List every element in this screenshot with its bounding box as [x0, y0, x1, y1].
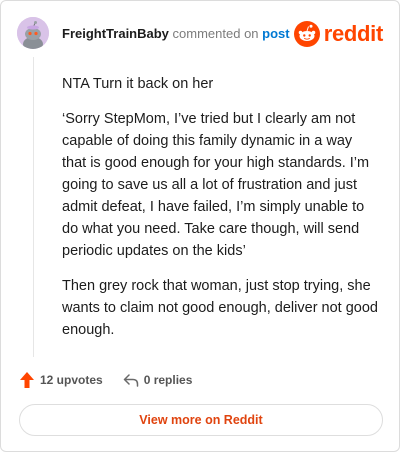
reddit-logo-icon: [293, 21, 320, 47]
comment-paragraph: Then grey rock that woman, just stop try…: [62, 278, 378, 338]
username-link[interactable]: FreightTrainBaby: [62, 26, 169, 41]
upvote-count: 12 upvotes: [40, 373, 103, 387]
reddit-logo[interactable]: reddit: [293, 20, 384, 48]
view-more-button[interactable]: View more on Reddit: [19, 404, 383, 436]
reddit-wordmark: reddit: [323, 21, 384, 46]
reply-count: 0 replies: [143, 373, 193, 387]
commented-on-text: commented on: [172, 26, 259, 41]
reply-icon: [123, 374, 138, 387]
avatar[interactable]: [17, 17, 49, 49]
upvote-button[interactable]: 12 upvotes: [19, 371, 103, 389]
comment-paragraph: NTA Turn it back on her: [62, 76, 214, 92]
comment-card: FreightTrainBaby commented on post reddi…: [0, 0, 400, 452]
post-link[interactable]: post: [262, 26, 289, 41]
comment-body: NTA Turn it back on her ‘Sorry StepMom, …: [62, 73, 380, 354]
comment-header: FreightTrainBaby commented on post reddi…: [17, 17, 383, 51]
comment-actions: 12 upvotes 0 replies: [19, 370, 212, 390]
comment-meta: FreightTrainBaby commented on post: [62, 26, 290, 41]
upvote-arrow-icon: [20, 372, 34, 388]
avatar-icon: [17, 17, 49, 49]
thread-line: [33, 57, 34, 357]
comment-paragraph: ‘Sorry StepMom, I’ve tried but I clearly…: [62, 111, 370, 259]
reply-button[interactable]: 0 replies: [123, 372, 193, 388]
